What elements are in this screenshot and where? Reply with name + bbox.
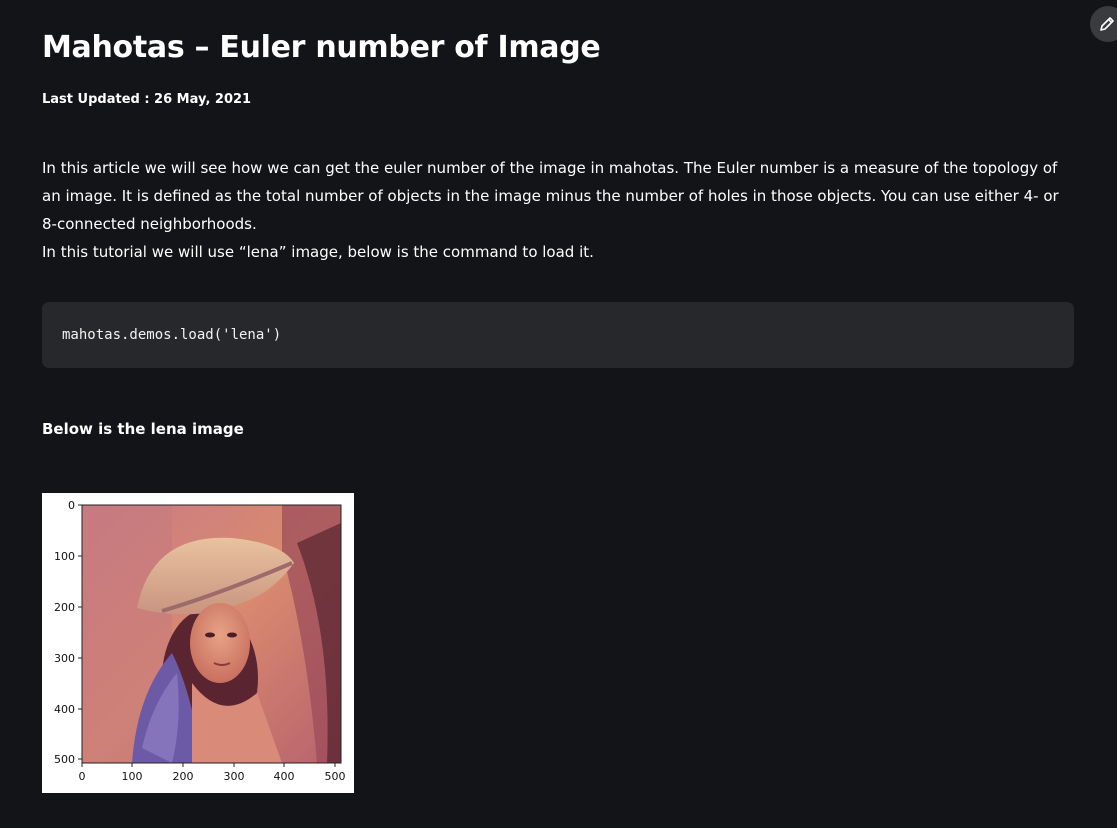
lena-figure: 0 100 200 300 400 500 0 100 200 300 400 <box>42 493 354 793</box>
y-tick-label: 400 <box>54 703 75 716</box>
x-tick-label: 400 <box>274 770 295 783</box>
code-block: mahotas.demos.load('lena') <box>42 302 1074 368</box>
pencil-icon <box>1100 17 1114 31</box>
last-updated-text: Last Updated : 26 May, 2021 <box>42 92 252 107</box>
lena-plot: 0 100 200 300 400 500 0 100 200 300 400 <box>42 493 354 793</box>
intro-paragraph: In this article we will see how we can g… <box>42 159 1059 233</box>
article-intro: In this article we will see how we can g… <box>42 154 1072 266</box>
x-tick-label: 300 <box>224 770 245 783</box>
article-page: Mahotas – Euler number of Image Last Upd… <box>0 0 1117 828</box>
lena-image <box>82 505 341 763</box>
article-title: Mahotas – Euler number of Image <box>42 30 601 65</box>
y-tick-label: 200 <box>54 601 75 614</box>
x-tick-label: 200 <box>173 770 194 783</box>
y-tick-label: 300 <box>54 652 75 665</box>
y-tick-label: 100 <box>54 550 75 563</box>
intro-line: In this tutorial we will use “lena” imag… <box>42 243 594 261</box>
edit-article-button[interactable] <box>1090 6 1117 42</box>
x-tick-label: 500 <box>325 770 346 783</box>
image-caption: Below is the lena image <box>42 420 244 438</box>
x-tick-label: 0 <box>79 770 86 783</box>
x-tick-label: 100 <box>122 770 143 783</box>
code-line: mahotas.demos.load('lena') <box>62 327 282 343</box>
y-tick-label: 0 <box>68 499 75 512</box>
y-tick-label: 500 <box>54 753 75 766</box>
